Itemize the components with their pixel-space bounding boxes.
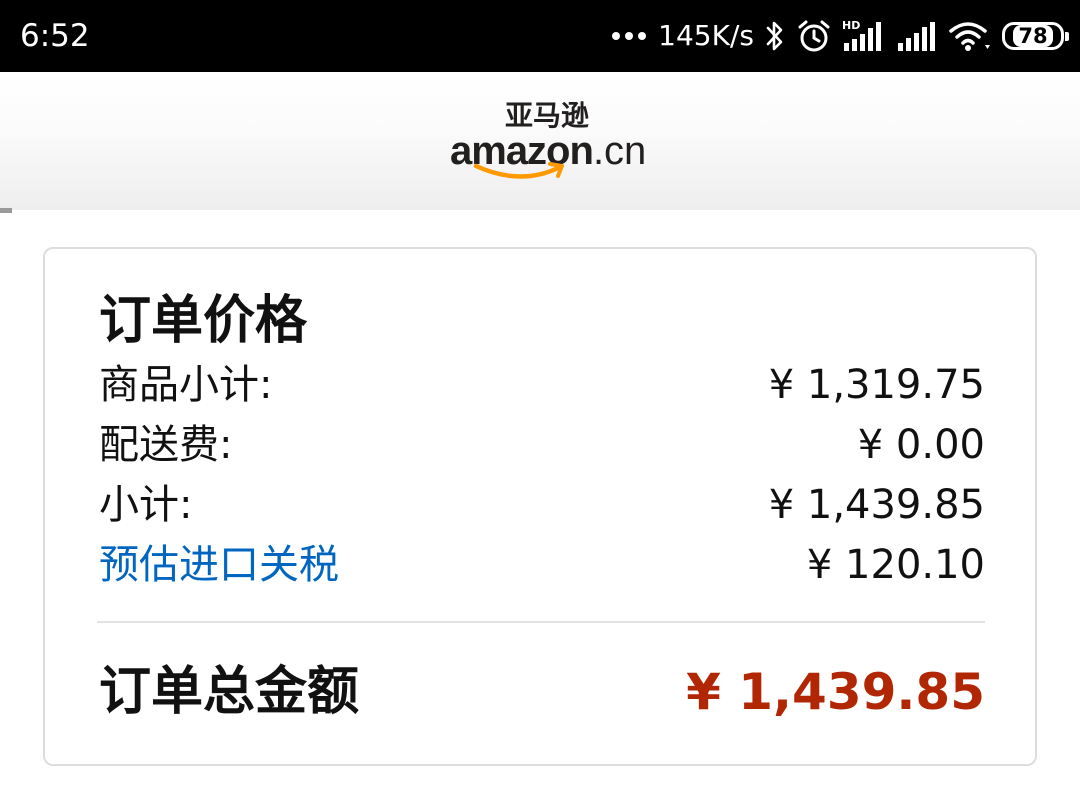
row-label: 小计: bbox=[99, 482, 193, 528]
order-summary-title: 订单价格 bbox=[99, 291, 308, 351]
network-badge: HD bbox=[842, 19, 860, 32]
order-summary-card: 订单价格 商品小计: ¥ 1,319.75 配送费: ¥ 0.00 小计: ¥ … bbox=[43, 247, 1037, 766]
more-notifications-icon bbox=[612, 32, 647, 40]
order-total-label: 订单总金额 bbox=[99, 662, 360, 722]
row-label: 配送费: bbox=[99, 422, 233, 468]
alarm-icon bbox=[798, 20, 830, 52]
subtotal-items-row: 商品小计: ¥ 1,319.75 bbox=[99, 357, 985, 413]
row-label: 商品小计: bbox=[99, 362, 273, 408]
bluetooth-icon bbox=[766, 21, 783, 51]
amazon-smile-icon bbox=[473, 162, 564, 179]
order-total-value: ¥ 1,439.85 bbox=[686, 663, 985, 721]
battery-level: 78 bbox=[1013, 25, 1053, 47]
order-total-row: 订单总金额 ¥ 1,439.85 bbox=[99, 657, 985, 727]
status-time: 6:52 bbox=[20, 18, 90, 54]
status-icons: 145K/s HD 78 bbox=[612, 14, 1069, 58]
signal-hd-icon: HD bbox=[842, 19, 881, 51]
divider bbox=[97, 621, 985, 623]
import-duty-row: 预估进口关税 ¥ 120.10 bbox=[99, 537, 985, 593]
row-value: ¥ 1,439.85 bbox=[768, 482, 985, 528]
subtotal-row: 小计: ¥ 1,439.85 bbox=[99, 477, 985, 533]
wifi-icon bbox=[949, 22, 990, 51]
signal-icon bbox=[898, 22, 935, 51]
row-value: ¥ 120.10 bbox=[806, 542, 985, 588]
battery-icon: 78 bbox=[1002, 22, 1069, 50]
shipping-fee-row: 配送费: ¥ 0.00 bbox=[99, 417, 985, 473]
logo-word-suffix: .cn bbox=[592, 129, 647, 173]
row-value: ¥ 1,319.75 bbox=[768, 362, 985, 408]
amazon-logo[interactable]: 亚马逊 amazon.cn bbox=[450, 98, 646, 186]
header-edge-marker bbox=[0, 208, 12, 213]
import-duty-link[interactable]: 预估进口关税 bbox=[99, 537, 339, 593]
status-bar: 6:52 145K/s HD 78 bbox=[0, 0, 1080, 72]
network-speed: 145K/s bbox=[658, 19, 754, 52]
row-value: ¥ 0.00 bbox=[857, 422, 985, 468]
